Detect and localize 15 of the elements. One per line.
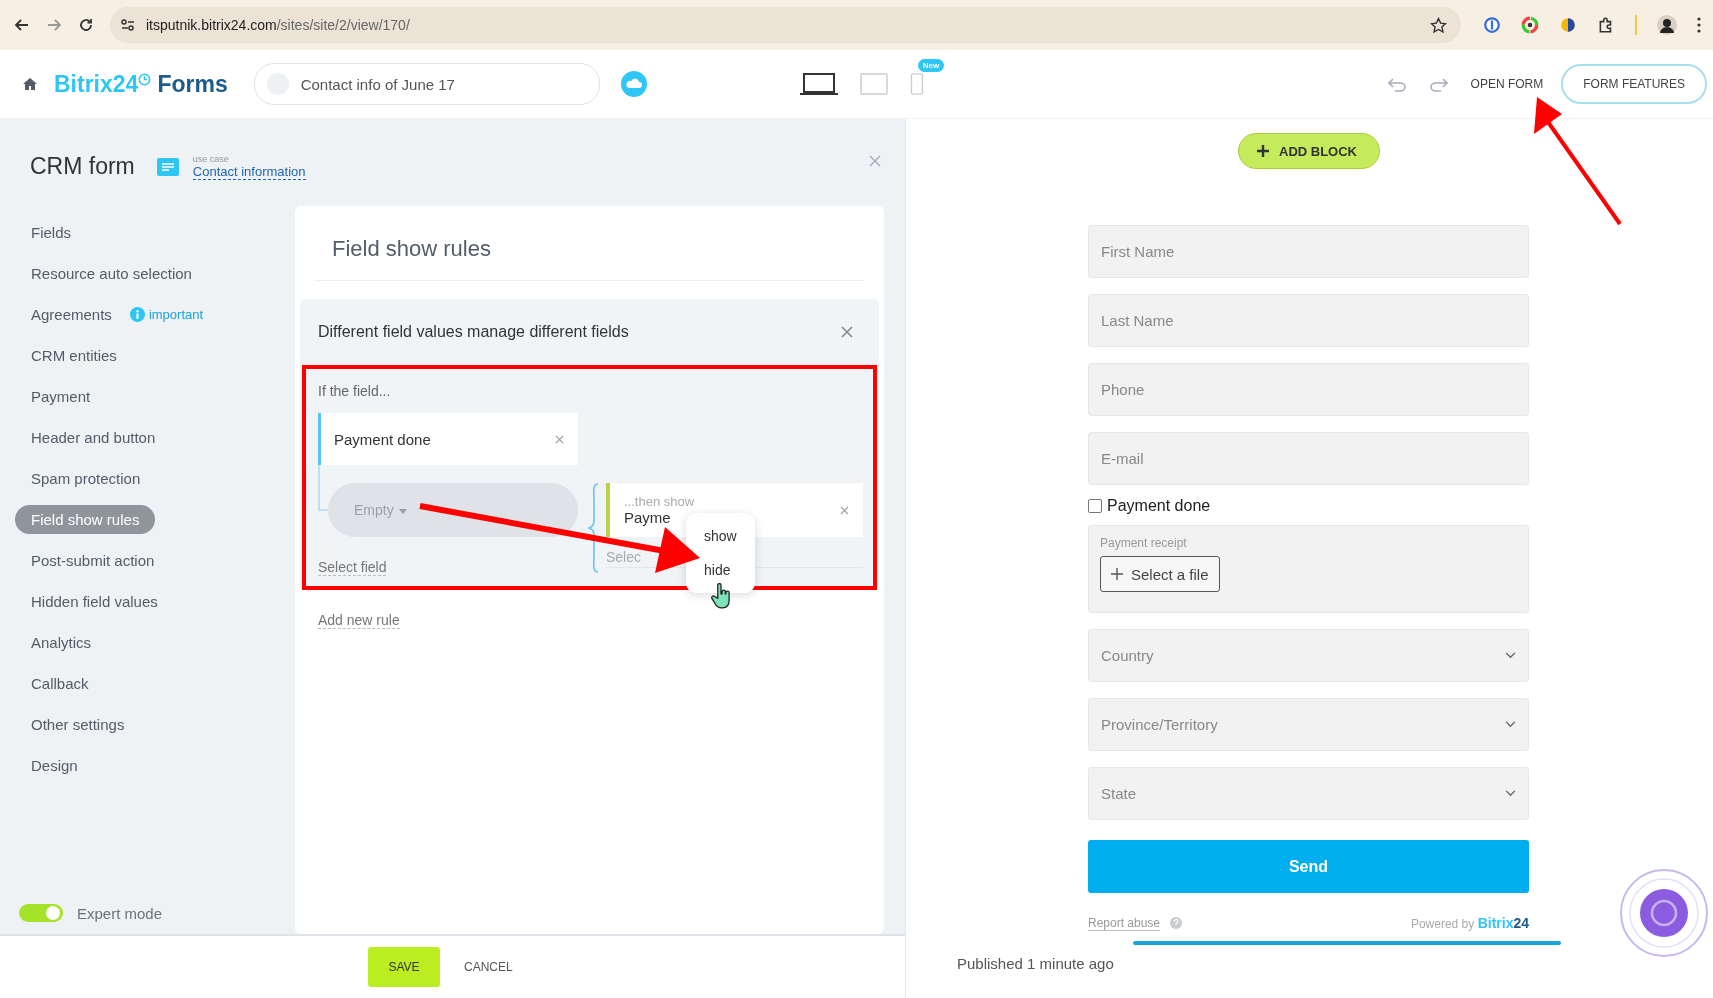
field-label: Payment receipt bbox=[1100, 536, 1188, 550]
new-badge: New bbox=[917, 59, 945, 72]
panel-title: CRM form bbox=[30, 153, 135, 180]
rule-group-title: Different field values manage different fields bbox=[318, 323, 629, 341]
expert-mode-label: Expert mode bbox=[77, 904, 163, 922]
if-label: If the field... bbox=[318, 383, 392, 399]
target-field-name: Payme bbox=[624, 509, 672, 526]
published-status: Published 1 minute ago bbox=[957, 955, 1115, 972]
section-title: Field show rules bbox=[314, 224, 865, 281]
powered-by-text: Powered by Bitrix24 bbox=[1410, 915, 1529, 931]
use-case-label: use case bbox=[192, 153, 230, 164]
then-show-label: ...then show bbox=[624, 494, 695, 509]
field-name: Payment done bbox=[334, 430, 431, 448]
checkbox-label: Payment done bbox=[1107, 497, 1211, 515]
url-text: itsputnik.bitrix24.com/sites/site/2/view/170/ bbox=[146, 17, 411, 33]
